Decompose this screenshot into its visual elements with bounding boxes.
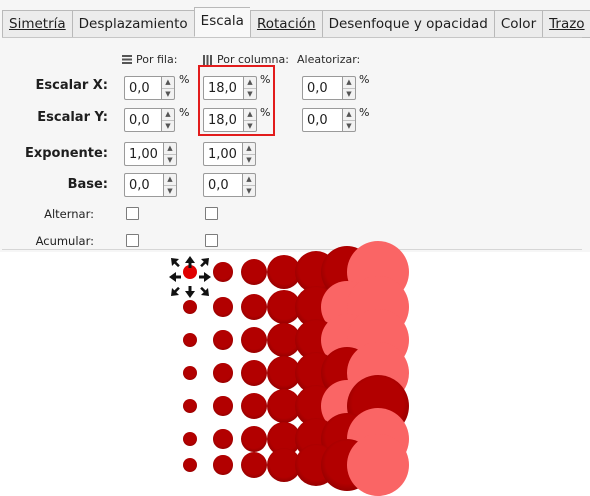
down-arrow-icon[interactable]: ▼ xyxy=(164,184,176,197)
tab-symmetry[interactable]: Simetría xyxy=(2,10,72,38)
tile-clone-dot[interactable] xyxy=(183,300,197,314)
tile-clone-dot[interactable] xyxy=(213,363,233,383)
base-per-row-spinner[interactable]: 0,0 ▲ ▼ xyxy=(124,173,177,197)
down-arrow-icon[interactable]: ▼ xyxy=(343,119,355,132)
percent-unit: % xyxy=(359,106,370,119)
up-arrow-icon[interactable]: ▲ xyxy=(164,143,176,154)
tab-rotation[interactable]: Rotación xyxy=(249,10,322,38)
down-arrow-icon[interactable]: ▼ xyxy=(164,153,176,166)
scale-x-label: Escalar X: xyxy=(35,78,108,93)
tile-clone-dot[interactable] xyxy=(346,433,410,496)
randomize-header: Aleatorizar: xyxy=(297,53,361,66)
scale-y-randomize-spinner[interactable]: 0,0 ▲ ▼ xyxy=(302,108,356,132)
scale-y-per-row-spinner[interactable]: 0,0 ▲ ▼ xyxy=(124,108,175,132)
down-arrow-icon[interactable]: ▼ xyxy=(343,87,355,100)
tile-clone-dot[interactable] xyxy=(213,262,233,282)
cumulate-per-column-checkbox[interactable] xyxy=(205,234,218,247)
tile-clone-dot[interactable] xyxy=(240,326,268,354)
down-arrow-icon[interactable]: ▼ xyxy=(243,153,255,166)
base-per-column-spinner[interactable]: 0,0 ▲ ▼ xyxy=(203,173,256,197)
cumulate-label: Acumular: xyxy=(35,234,94,248)
tile-clone-dot[interactable] xyxy=(213,396,233,416)
down-arrow-icon[interactable]: ▼ xyxy=(162,87,174,100)
cumulate-per-row-checkbox[interactable] xyxy=(126,234,139,247)
tile-clone-dot[interactable] xyxy=(183,366,197,380)
panel-bottom-divider xyxy=(2,249,582,250)
tile-clone-dot[interactable] xyxy=(213,330,233,350)
tile-clone-dot[interactable] xyxy=(240,258,268,286)
down-arrow-icon[interactable]: ▼ xyxy=(162,119,174,132)
tab-stroke[interactable]: Trazo xyxy=(542,10,590,38)
up-arrow-icon[interactable]: ▲ xyxy=(343,109,355,120)
clone-tiles-dialog: Simetría Desplazamiento Escala Rotación … xyxy=(0,0,590,252)
exponent-per-column-spinner[interactable]: 1,00 ▲ ▼ xyxy=(203,142,256,166)
percent-unit: % xyxy=(179,106,190,119)
up-arrow-icon[interactable]: ▲ xyxy=(162,109,174,120)
tab-color[interactable]: Color xyxy=(493,10,543,38)
arrow-handles-icon[interactable] xyxy=(168,255,212,299)
tile-clone-dot[interactable] xyxy=(183,399,197,413)
alternate-per-column-checkbox[interactable] xyxy=(205,207,218,220)
tile-clone-dot[interactable] xyxy=(183,458,197,472)
tab-divider xyxy=(2,37,582,38)
scale-x-per-row-spinner[interactable]: 0,0 ▲ ▼ xyxy=(124,76,175,100)
tile-clone-dot[interactable] xyxy=(213,297,233,317)
tile-clone-dot[interactable] xyxy=(183,333,197,347)
columns-icon xyxy=(203,54,212,65)
percent-unit: % xyxy=(359,73,370,86)
alternate-per-row-checkbox[interactable] xyxy=(126,207,139,220)
exponent-per-row-spinner[interactable]: 1,00 ▲ ▼ xyxy=(124,142,177,166)
down-arrow-icon[interactable]: ▼ xyxy=(243,184,255,197)
up-arrow-icon[interactable]: ▲ xyxy=(343,77,355,88)
tile-clone-dot[interactable] xyxy=(240,392,268,420)
scale-y-label: Escalar Y: xyxy=(37,110,108,125)
rows-icon xyxy=(122,55,132,64)
up-arrow-icon[interactable]: ▲ xyxy=(243,143,255,154)
tile-clone-dot[interactable] xyxy=(240,451,268,479)
tab-blur-opacity[interactable]: Desenfoque y opacidad xyxy=(321,10,494,38)
tile-clone-dot[interactable] xyxy=(240,293,268,321)
up-arrow-icon[interactable]: ▲ xyxy=(243,174,255,185)
tile-clone-dot[interactable] xyxy=(240,359,268,387)
tile-clone-dot[interactable] xyxy=(213,429,233,449)
up-arrow-icon[interactable]: ▲ xyxy=(162,77,174,88)
tab-scale[interactable]: Escala xyxy=(193,7,250,37)
tile-clone-dot[interactable] xyxy=(240,425,268,453)
alternate-label: Alternar: xyxy=(44,207,94,221)
per-row-header: Por fila: xyxy=(122,53,177,66)
exponent-label: Exponente: xyxy=(24,146,108,161)
tile-clone-dot[interactable] xyxy=(183,432,197,446)
highlight-box xyxy=(198,65,275,136)
percent-unit: % xyxy=(179,73,190,86)
tab-shift[interactable]: Desplazamiento xyxy=(71,10,194,38)
tile-clone-dot[interactable] xyxy=(213,455,233,475)
base-label: Base: xyxy=(67,177,108,192)
tiled-clones-canvas[interactable] xyxy=(0,240,590,496)
tab-bar: Simetría Desplazamiento Escala Rotación … xyxy=(2,7,590,38)
up-arrow-icon[interactable]: ▲ xyxy=(164,174,176,185)
scale-x-randomize-spinner[interactable]: 0,0 ▲ ▼ xyxy=(302,76,356,100)
